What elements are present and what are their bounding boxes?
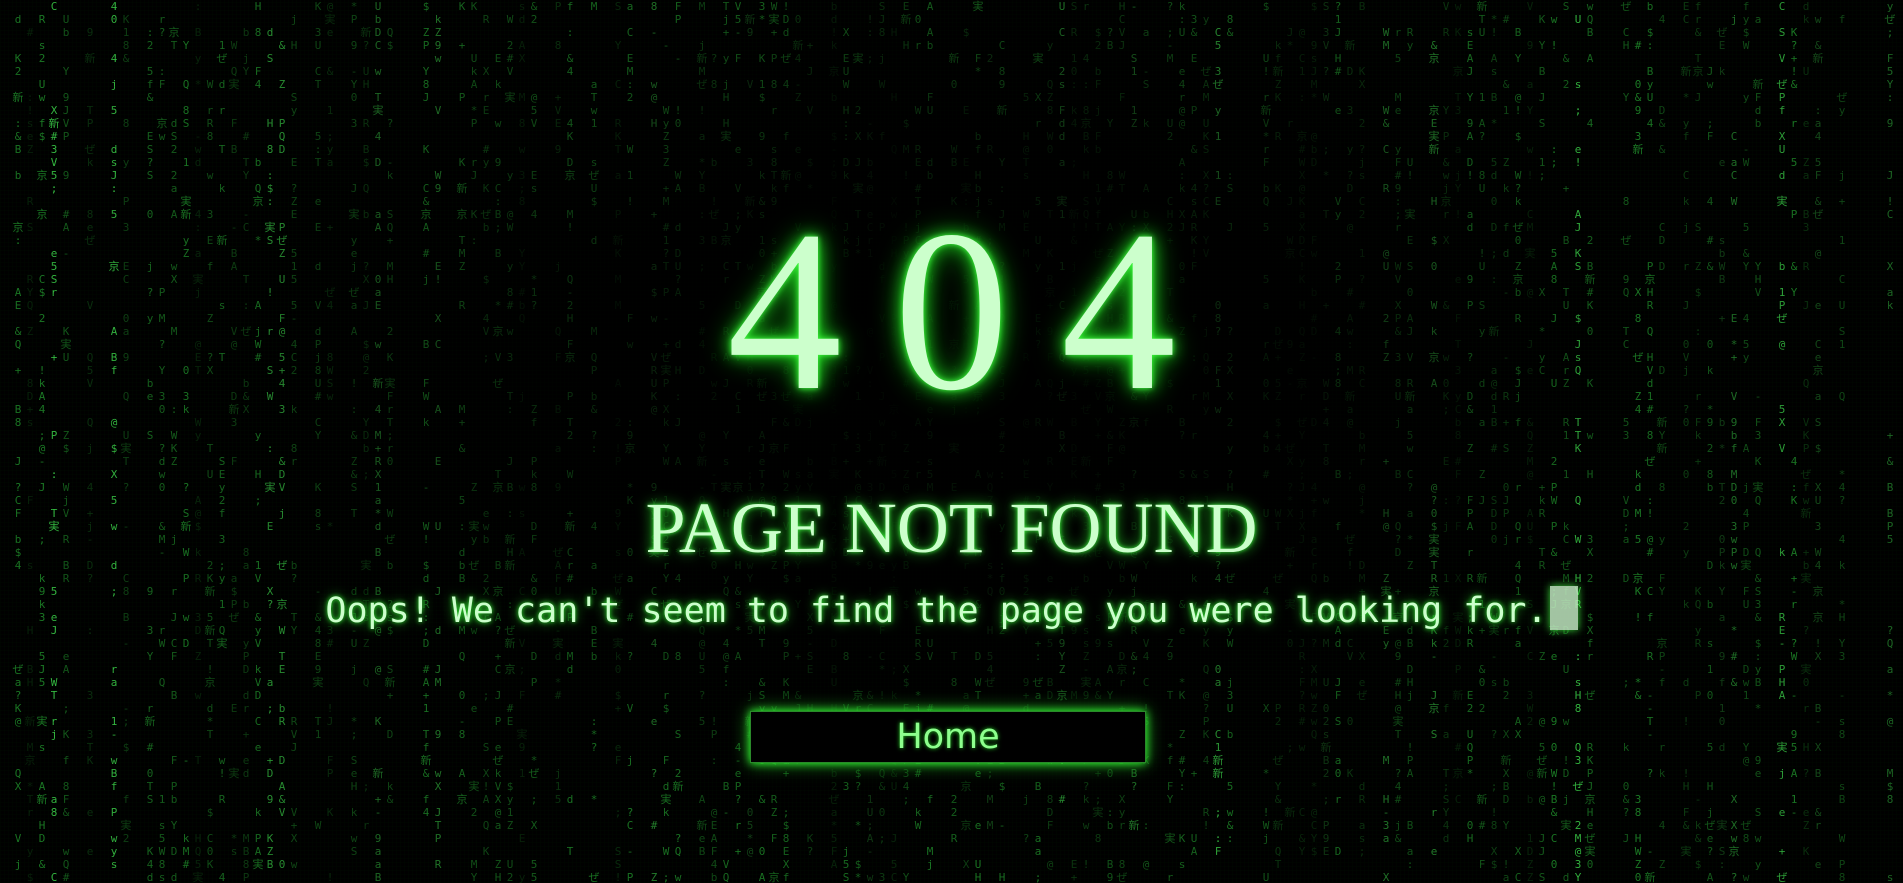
- error-message: Oops! We can't seem to find the page you…: [325, 591, 1548, 631]
- home-button[interactable]: Home: [750, 711, 1146, 763]
- blinking-cursor: [1549, 586, 1578, 630]
- error-page-content: 404 PAGE NOT FOUND Oops! We can't seem t…: [0, 0, 1903, 883]
- error-message-line: Oops! We can't seem to find the page you…: [0, 586, 1903, 635]
- page-title: PAGE NOT FOUND: [645, 488, 1258, 568]
- error-code: 404: [727, 183, 1228, 438]
